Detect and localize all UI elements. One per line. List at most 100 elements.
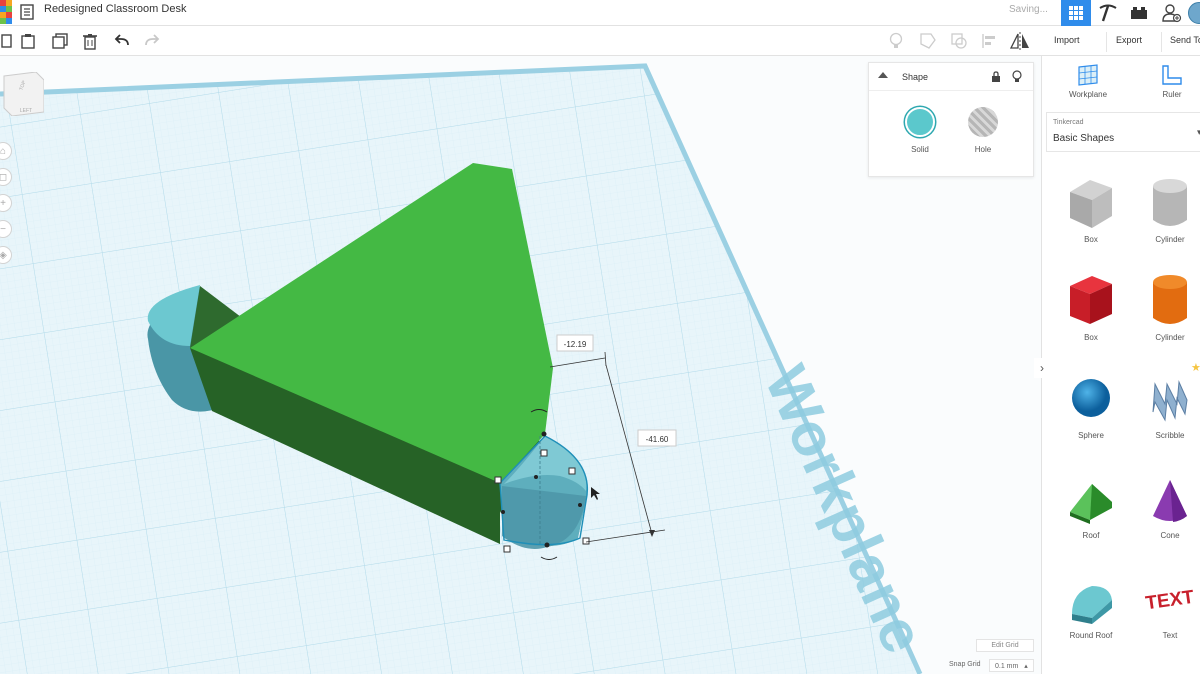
shape-label: Roof <box>1082 531 1100 540</box>
shape-label: Sphere <box>1078 431 1104 440</box>
invite-button[interactable] <box>1157 0 1187 26</box>
shape-label: Scribble <box>1155 431 1185 440</box>
collapse-icon[interactable] <box>878 72 888 78</box>
tinkercad-logo[interactable] <box>0 0 13 26</box>
fit-icon: ◻ <box>0 171 8 183</box>
lightbulb-icon[interactable] <box>1012 70 1022 83</box>
align-icon <box>982 34 995 48</box>
trash-icon <box>83 33 97 50</box>
shape-label: Round Roof <box>1069 631 1113 640</box>
blocks-mode-button[interactable] <box>1093 0 1123 26</box>
shape-library-select[interactable]: Tinkercad Basic Shapes ▾ <box>1046 112 1200 152</box>
workplane-icon <box>1078 64 1098 86</box>
bricks-mode-button[interactable] <box>1124 0 1154 26</box>
undo-icon <box>114 34 129 46</box>
show-hide-button[interactable] <box>884 29 908 53</box>
snap-grid-label: Snap Grid <box>949 661 981 668</box>
shape-round-roof[interactable]: Round Roof <box>1061 576 1121 640</box>
ungroup-button[interactable] <box>947 29 971 53</box>
paste-button[interactable] <box>16 29 40 53</box>
design-list-icon[interactable] <box>20 4 34 20</box>
mirror-icon <box>1010 32 1029 50</box>
design-title[interactable]: Redesigned Classroom Desk <box>44 3 186 15</box>
shape-label: Text <box>1162 631 1178 640</box>
star-icon: ★ <box>1191 362 1200 374</box>
align-button[interactable] <box>977 29 1001 53</box>
ungroup-icon <box>951 33 967 49</box>
svg-text:-12.19: -12.19 <box>564 340 587 349</box>
library-source: Tinkercad <box>1053 119 1084 126</box>
edit-grid-button[interactable]: Edit Grid <box>976 639 1034 652</box>
export-button[interactable]: Export <box>1106 32 1148 52</box>
chevron-right-icon[interactable]: › <box>1034 358 1050 378</box>
delete-button[interactable] <box>78 29 102 53</box>
group-button[interactable] <box>916 29 940 53</box>
svg-text:LEFT: LEFT <box>20 108 32 114</box>
brick-icon <box>1131 7 1147 19</box>
shape-label: Box <box>1084 235 1098 244</box>
shape-cone[interactable]: Cone <box>1140 476 1200 540</box>
edit-toolbar: Import Export Send To <box>0 26 1200 56</box>
hole-label: Hole <box>974 145 992 154</box>
save-status: Saving... <box>1009 4 1048 15</box>
shape-label: Cone <box>1160 531 1180 540</box>
ruler-tool-label: Ruler <box>1162 90 1182 99</box>
svg-text:-41.60: -41.60 <box>646 435 669 444</box>
shape-cylinder-orange[interactable]: Cylinder <box>1140 272 1200 342</box>
cut-icon <box>1 34 12 48</box>
box-icon <box>1070 276 1112 324</box>
dim-y-badge[interactable]: -41.60 <box>637 429 677 447</box>
inspector-title: Shape <box>902 72 929 82</box>
pickaxe-icon <box>1099 4 1117 22</box>
workplane-tool[interactable]: Workplane <box>1058 64 1118 99</box>
text-shape-icon: TEXT <box>1144 587 1195 615</box>
snap-grid-select[interactable]: 0.1 mm ▴ <box>989 659 1034 672</box>
shape-roof[interactable]: Roof <box>1061 476 1121 540</box>
shape-box-red[interactable]: Box <box>1061 272 1121 342</box>
scribble-icon <box>1152 380 1188 422</box>
library-name: Basic Shapes <box>1053 133 1115 144</box>
sphere-icon <box>1072 379 1110 417</box>
right-panel: › Workplane Ruler Tinkercad Basic Shapes… <box>1034 56 1200 674</box>
inspector-header: Shape <box>869 63 1033 91</box>
top-bar: Redesigned Classroom Desk Saving... <box>0 0 1200 26</box>
shape-box-gray[interactable]: Box <box>1061 176 1121 244</box>
caret-icon: ▴ <box>1024 663 1028 670</box>
ruler-tool[interactable]: Ruler <box>1142 64 1200 99</box>
clipboard-icon <box>21 34 35 49</box>
undo-button[interactable] <box>110 29 134 53</box>
roof-icon <box>1070 484 1112 524</box>
box-hole-icon <box>1070 180 1112 228</box>
plus-icon: + <box>0 197 6 209</box>
ruler-icon <box>1162 65 1182 85</box>
minus-icon: − <box>0 223 6 235</box>
user-avatar[interactable] <box>1188 2 1200 24</box>
grid-icon <box>1069 6 1083 20</box>
dim-x-badge[interactable]: -12.19 <box>556 334 594 352</box>
redo-icon <box>145 34 160 46</box>
shape-label: Cylinder <box>1155 235 1185 244</box>
send-to-button[interactable]: Send To <box>1161 32 1200 52</box>
shape-sphere[interactable]: Sphere <box>1061 374 1121 440</box>
shape-scribble[interactable]: Scribble <box>1140 374 1200 440</box>
solid-color-swatch[interactable] <box>905 107 935 137</box>
shape-text[interactable]: TEXT Text <box>1140 576 1200 640</box>
grid-view-button[interactable] <box>1061 0 1091 26</box>
shape-inspector: Shape Solid Hole <box>868 62 1034 177</box>
cylinder-icon <box>1153 275 1187 324</box>
shape-label: Box <box>1084 333 1098 342</box>
cube-icon: ◈ <box>0 249 7 261</box>
cylinder-hole-icon <box>1153 179 1187 226</box>
redo-button[interactable] <box>140 29 164 53</box>
import-button[interactable]: Import <box>1048 32 1086 52</box>
duplicate-button[interactable] <box>48 29 72 53</box>
svg-text:TEXT: TEXT <box>1144 587 1195 615</box>
hole-swatch[interactable] <box>968 107 998 137</box>
snap-grid-value: 0.1 mm <box>995 663 1019 670</box>
mirror-button[interactable] <box>1008 29 1032 53</box>
cone-icon <box>1153 480 1187 522</box>
lock-icon[interactable] <box>991 71 1001 83</box>
shape-cylinder-gray[interactable]: Cylinder <box>1140 176 1200 244</box>
solid-label: Solid <box>911 145 929 154</box>
view-cube[interactable]: TOP LEFT <box>2 72 44 116</box>
